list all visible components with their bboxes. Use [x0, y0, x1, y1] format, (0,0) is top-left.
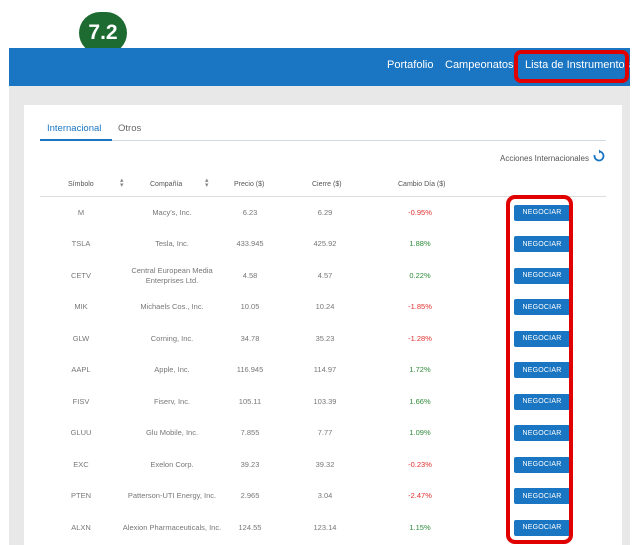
cell-company: Fiserv, Inc.: [153, 396, 191, 406]
cell-change: 1.72%: [409, 365, 431, 375]
cell-close: 114.97: [313, 365, 337, 375]
cell-symbol: GLW: [72, 333, 90, 343]
cell-symbol: FISV: [72, 396, 90, 406]
cell-price: 4.58: [242, 270, 258, 280]
instruments-highlight-box: [514, 50, 629, 83]
sort-symbol-icon[interactable]: ▴ ▾: [120, 177, 124, 189]
cell-change: 1.66%: [409, 396, 431, 406]
cell-symbol: ALXN: [71, 522, 91, 532]
cell-change: -0.23%: [408, 459, 432, 469]
nav-portfolio[interactable]: Portafolio: [387, 59, 433, 71]
cell-company: Corning, Inc.: [150, 333, 194, 343]
tabs-divider: [40, 140, 606, 141]
cell-close: 10.24: [315, 302, 335, 312]
cell-company: Glu Mobile, Inc.: [145, 428, 199, 438]
cell-change: -1.85%: [408, 302, 432, 312]
cell-price: 6.23: [242, 207, 258, 217]
cell-change: 1.88%: [409, 239, 431, 249]
cell-company: Michaels Cos., Inc.: [140, 302, 204, 312]
cell-close: 123.14: [313, 522, 337, 532]
column-header-symbol: Símbolo: [68, 181, 94, 188]
cell-close: 103.39: [313, 396, 337, 406]
cell-symbol: GLUU: [70, 428, 92, 438]
cell-price: 34.78: [240, 333, 260, 343]
cell-change: 0.22%: [409, 270, 431, 280]
cell-symbol: MIK: [74, 302, 88, 312]
cell-symbol: CETV: [70, 270, 91, 280]
nav-championships[interactable]: Campeonatos: [445, 59, 514, 71]
cell-company: Exelon Corp.: [150, 459, 194, 469]
cell-price: 10.05: [240, 302, 260, 312]
cell-symbol: TSLA: [71, 239, 91, 249]
tab-international[interactable]: Internacional: [47, 123, 101, 134]
tab-others[interactable]: Otros: [118, 123, 141, 134]
cell-company: Alexion Pharmaceuticals, Inc.: [122, 522, 222, 532]
cell-close: 425.92: [313, 239, 337, 249]
cell-price: 105.11: [238, 396, 262, 406]
cell-close: 4.57: [317, 270, 333, 280]
cell-symbol: AAPL: [71, 365, 91, 375]
cell-symbol: M: [77, 207, 85, 217]
trade-buttons-highlight-box: [506, 195, 573, 544]
cell-symbol: PTEN: [70, 491, 91, 501]
cell-price: 7.855: [240, 428, 260, 438]
cell-price: 2.965: [240, 491, 260, 501]
cell-company: Macy's, Inc.: [152, 207, 192, 217]
cell-price: 39.23: [240, 459, 260, 469]
cell-company: Tesla, Inc.: [155, 239, 189, 249]
refresh-label: Acciones Internacionales: [500, 154, 589, 163]
column-header-close: Cierre ($): [312, 181, 342, 188]
cell-close: 39.32: [315, 459, 335, 469]
cell-company: Patterson-UTI Energy, Inc.: [127, 491, 217, 501]
cell-symbol: EXC: [73, 459, 89, 469]
cell-change: 1.15%: [409, 522, 431, 532]
cell-close: 35.23: [315, 333, 335, 343]
cell-price: 433.945: [236, 239, 264, 249]
active-tab-indicator: [40, 139, 112, 141]
cell-price: 116.945: [236, 365, 264, 375]
cell-price: 124.55: [238, 522, 262, 532]
cell-change: -0.95%: [408, 207, 432, 217]
cell-company: Central European Media Enterprises Ltd.: [131, 265, 213, 285]
refresh-icon[interactable]: [592, 149, 606, 163]
cell-change: 1.09%: [409, 428, 431, 438]
cell-change: -1.28%: [408, 333, 432, 343]
column-header-price: Precio ($): [234, 181, 265, 188]
cell-close: 3.04: [317, 491, 333, 501]
cell-company: Apple, Inc.: [154, 365, 190, 375]
cell-change: -2.47%: [408, 491, 432, 501]
sort-company-icon[interactable]: ▴ ▾: [205, 177, 209, 189]
cell-close: 6.29: [317, 207, 333, 217]
cell-close: 7.77: [317, 428, 333, 438]
column-header-change: Cambio Día ($): [398, 181, 446, 188]
column-header-company: Compañía: [150, 181, 183, 188]
